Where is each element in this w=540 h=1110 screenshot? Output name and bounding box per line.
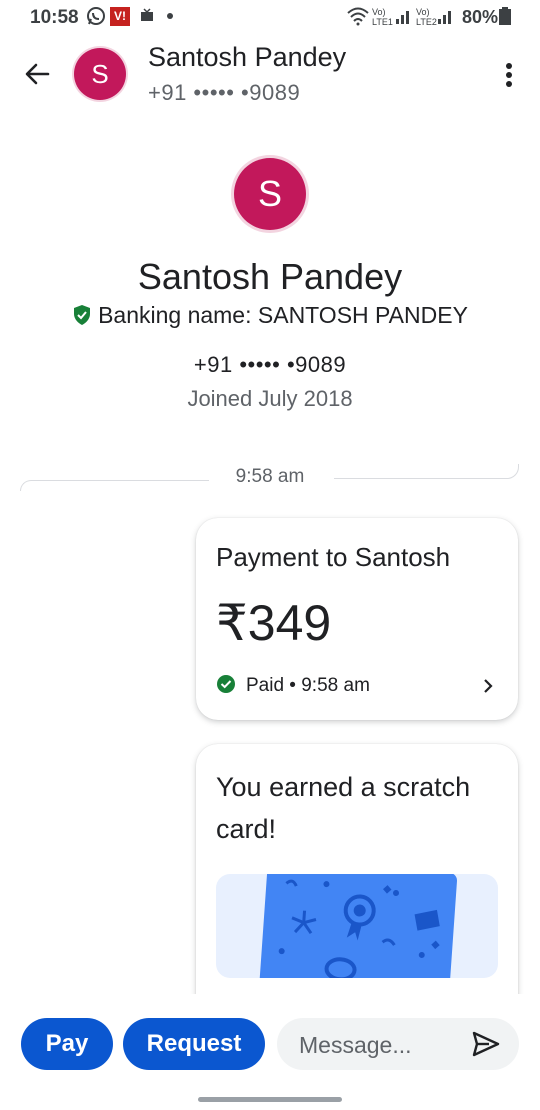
payment-title: Payment to Santosh (216, 542, 451, 572)
pay-button[interactable]: Pay (21, 1018, 113, 1070)
status-bar: 10:58 V! Vo) LTE1 Vo) LTE2 80% (0, 0, 540, 34)
timeline-divider-left (20, 480, 209, 491)
header-contact-name: Santosh Pandey (148, 42, 347, 72)
profile-name: Santosh Pandey (137, 256, 403, 297)
chevron-right-icon[interactable] (478, 674, 498, 698)
message-box (277, 1018, 519, 1070)
wifi-icon (347, 7, 369, 26)
header-contact-phone: +91 ••••• •9089 (148, 80, 301, 105)
notification-dot-icon (167, 13, 173, 19)
tv-icon (141, 8, 153, 21)
signal-1-icon (396, 11, 409, 24)
scratch-card-title: You earned a scratch card! (216, 772, 471, 844)
profile-phone: +91 ••••• •9089 (193, 352, 347, 377)
check-circle-icon (217, 675, 235, 693)
arrow-left-icon[interactable] (20, 56, 56, 92)
scratch-card-art-icon (258, 874, 457, 978)
banking-name-text: Banking name: SANTOSH PANDEY (98, 302, 468, 328)
whatsapp-icon (87, 7, 105, 25)
payment-card[interactable]: Payment to Santosh ₹349 Paid • 9:58 am (196, 518, 518, 720)
battery-percent: 80% (462, 7, 499, 27)
verified-shield-icon (74, 305, 91, 325)
battery-icon (499, 7, 511, 25)
payment-status-text: Paid • 9:58 am (246, 675, 370, 696)
payment-status: Paid • 9:58 am (216, 674, 370, 697)
banking-name-row: Banking name: SANTOSH PANDEY (0, 302, 540, 329)
send-icon[interactable] (471, 1030, 501, 1058)
more-vert-icon[interactable] (496, 58, 524, 94)
vi-app-icon: V! (110, 7, 130, 26)
profile-avatar: S (234, 158, 306, 230)
network-1-label: Vo) LTE1 (372, 7, 393, 27)
scratch-card-message[interactable]: You earned a scratch card! (196, 744, 518, 1024)
scratch-card-preview[interactable] (216, 874, 498, 978)
timeline-divider-right (334, 464, 519, 479)
profile-joined-date: Joined July 2018 (187, 386, 353, 411)
signal-2-icon (438, 11, 451, 24)
payment-amount: ₹349 (216, 595, 332, 651)
status-time: 10:58 (30, 7, 79, 28)
network-2-label: Vo) LTE2 (416, 7, 437, 27)
message-input[interactable] (297, 1026, 471, 1064)
home-indicator[interactable] (198, 1097, 342, 1102)
header-avatar[interactable]: S (74, 48, 126, 100)
timeline-time: 9:58 am (235, 466, 305, 487)
request-button[interactable]: Request (123, 1018, 265, 1070)
